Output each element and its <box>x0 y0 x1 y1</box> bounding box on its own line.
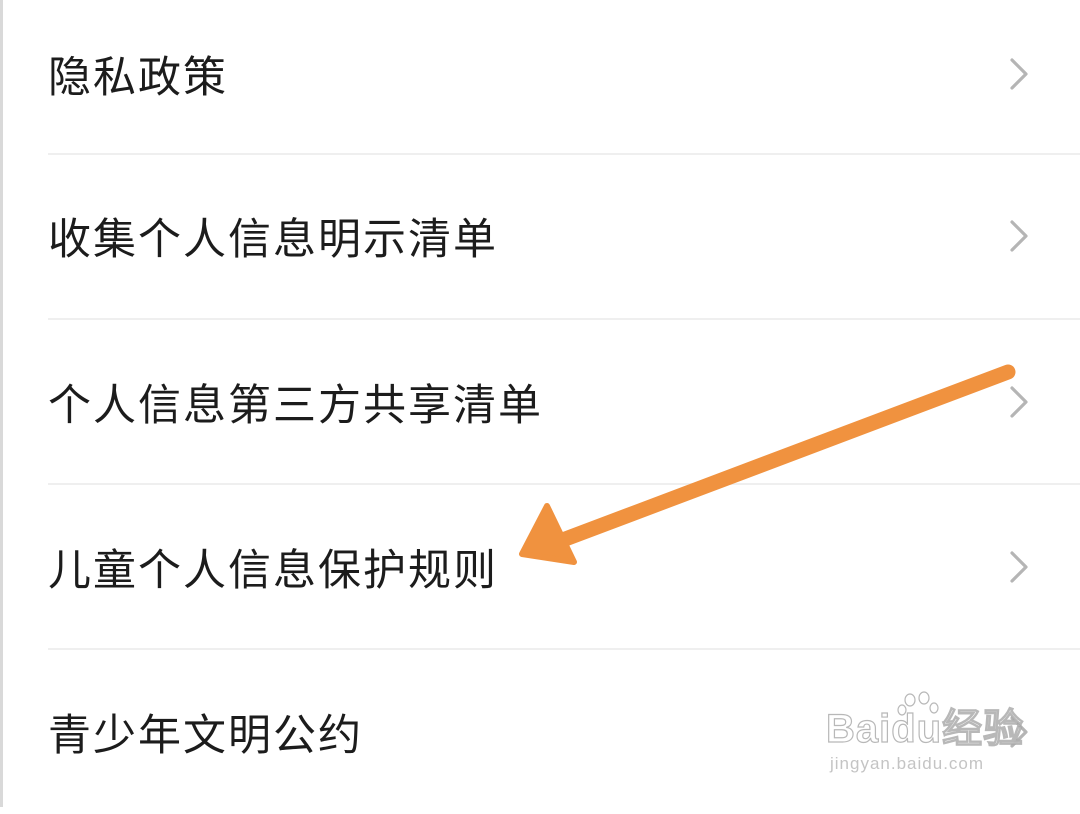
chevron-right-icon <box>1010 716 1028 748</box>
menu-item-third-party-sharing-list[interactable]: 个人信息第三方共享清单 <box>0 320 1080 484</box>
menu-item-youth-civility-pledge[interactable]: 青少年文明公约 <box>0 650 1080 814</box>
menu-item-label: 隐私政策 <box>48 53 228 103</box>
menu-item-label: 儿童个人信息保护规则 <box>48 546 498 596</box>
menu-item-personal-info-collection-list[interactable]: 收集个人信息明示清单 <box>0 154 1080 318</box>
menu-item-label: 青少年文明公约 <box>48 711 363 761</box>
chevron-right-icon <box>1010 386 1028 418</box>
menu-item-children-privacy-rules[interactable]: 儿童个人信息保护规则 <box>0 485 1080 649</box>
chevron-right-icon <box>1010 220 1028 252</box>
menu-item-privacy-policy[interactable]: 隐私政策 <box>0 0 1080 156</box>
chevron-right-icon <box>1010 551 1028 583</box>
menu-item-label: 个人信息第三方共享清单 <box>48 381 543 431</box>
chevron-right-icon <box>1010 58 1028 90</box>
menu-item-label: 收集个人信息明示清单 <box>48 215 498 265</box>
settings-menu-list: 隐私政策 收集个人信息明示清单 个人信息第三方共享清单 儿童个人信息保护规则 青… <box>0 0 1080 807</box>
